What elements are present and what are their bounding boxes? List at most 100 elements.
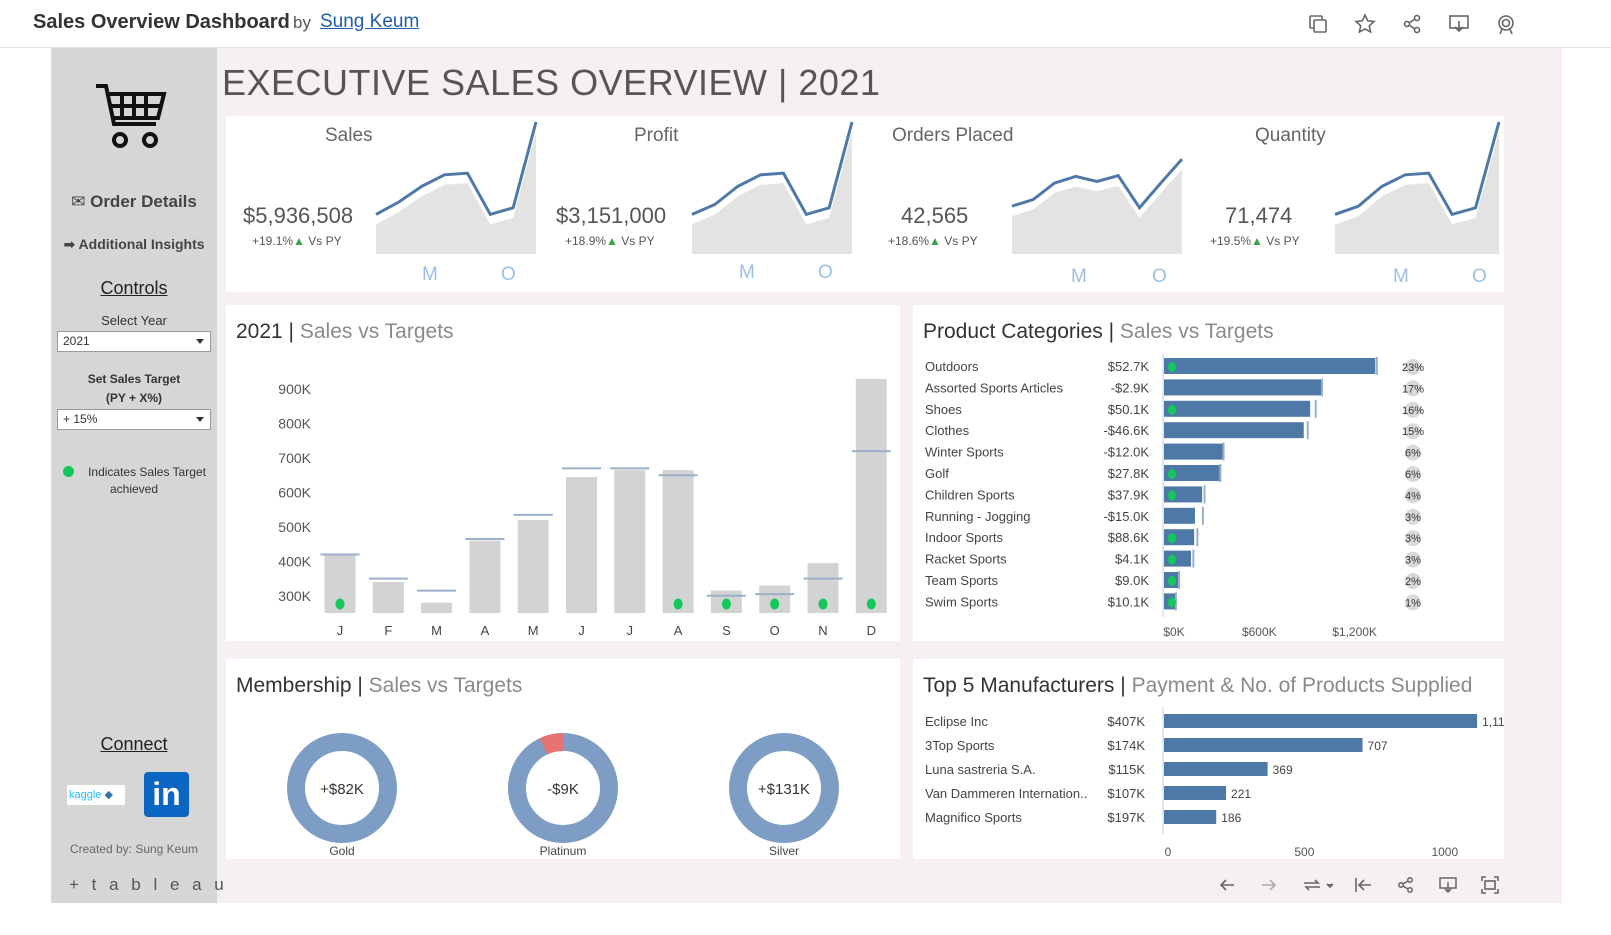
y-tick-label: 900K — [278, 381, 311, 397]
share-pct-label: 3% — [1405, 555, 1421, 567]
fullscreen-icon[interactable] — [1480, 875, 1500, 895]
month-marker-o: O — [1472, 266, 1487, 287]
connect-heading: Connect — [100, 734, 168, 754]
kpi-label: Sales — [325, 125, 373, 146]
sparkline-area — [1335, 132, 1499, 254]
y-tick-label: 700K — [278, 450, 311, 466]
copy-icon[interactable] — [1306, 12, 1330, 36]
linkedin-label: in — [152, 776, 181, 812]
month-marker-o: O — [501, 264, 516, 285]
category-bar — [1164, 507, 1195, 524]
x-tick-label: $600K — [1242, 625, 1277, 639]
select-year-dropdown[interactable]: 2021 — [57, 331, 211, 352]
share-icon[interactable] — [1400, 12, 1424, 36]
category-diff-label: $9.0K — [1115, 573, 1149, 588]
category-label: Children Sports — [925, 487, 1015, 502]
share-pct-label: 6% — [1405, 448, 1421, 460]
donut-value-label: +$82K — [320, 781, 364, 798]
y-tick-label: 500K — [278, 519, 311, 535]
sales-sparkline — [375, 121, 538, 254]
sparkline-area — [692, 132, 852, 254]
download-icon[interactable] — [1438, 875, 1458, 895]
month-marker-o: O — [818, 262, 833, 283]
kpi-orders-placed[interactable]: Orders Placed 42,565 +18.6%▲ Vs PY M O — [866, 116, 1186, 292]
reset-icon[interactable] — [1353, 875, 1373, 895]
undo-icon[interactable] — [1217, 875, 1237, 895]
category-diff-label: $27.8K — [1108, 466, 1150, 481]
share-pct-label: 17% — [1402, 383, 1424, 395]
target-achieved-dot — [721, 598, 731, 610]
share-icon[interactable] — [1396, 875, 1416, 895]
category-label: Racket Sports — [925, 552, 1007, 567]
y-tick-label: 800K — [278, 416, 311, 432]
sales-vs-targets-panel: 2021 | Sales vs Targets 300K 400K 500K 600K… — [226, 305, 900, 641]
author-link[interactable]: Sung Keum — [320, 11, 419, 33]
target-achieved-dot — [63, 466, 74, 477]
linkedin-logo[interactable]: in — [144, 772, 189, 817]
month-marker-m: M — [739, 262, 755, 283]
category-bar — [1164, 379, 1322, 396]
kpi-label: Quantity — [1255, 125, 1326, 146]
x-tick-label: 500 — [1294, 845, 1314, 859]
x-tick-label: $0K — [1163, 625, 1184, 639]
chevron-down-icon — [196, 417, 204, 422]
category-bar — [1164, 443, 1223, 460]
manufacturer-label: Van Dammeren Internation.. — [925, 786, 1087, 801]
category-diff-label: $37.9K — [1108, 487, 1150, 502]
set-target-dropdown[interactable]: + 15% — [57, 409, 211, 430]
star-icon[interactable] — [1353, 12, 1377, 36]
target-achieved-dot — [770, 598, 780, 610]
month-marker-o: O — [1152, 266, 1167, 287]
kpi-sales[interactable]: Sales $5,936,508 +19.1%▲ Vs PY M O — [226, 116, 546, 292]
manufacturer-bar — [1164, 762, 1268, 776]
manufacturers-chart[interactable]: Eclipse Inc $407K 1,115 3Top Sports $174K 707… — [913, 707, 1504, 859]
sales-vs-targets-chart[interactable]: 300K 400K 500K 600K 700K 800K 900K J F M A M J J A S O N D — [226, 360, 900, 641]
x-tick-label: 0 — [1165, 845, 1172, 859]
target-achieved-dot — [1168, 362, 1176, 372]
manufacturer-label: Eclipse Inc — [925, 714, 988, 729]
badge-icon[interactable] — [1494, 12, 1518, 36]
target-achieved-dot — [1168, 597, 1176, 608]
bottom-toolbar: + t a b l e a u — [51, 871, 1562, 901]
additional-insights-link[interactable]: ➡ Additional Insights — [51, 236, 217, 253]
y-tick-label: 600K — [278, 485, 311, 501]
order-details-link[interactable]: ✉ Order Details — [51, 192, 217, 212]
donut-name-label: Silver — [769, 844, 799, 858]
category-label: Clothes — [925, 423, 970, 438]
category-label: Swim Sports — [925, 594, 998, 609]
sparkline-area — [376, 132, 536, 254]
x-tick-label: J — [578, 623, 585, 638]
legend-text-2: achieved — [109, 482, 159, 496]
x-tick-label: $1,200K — [1332, 625, 1377, 639]
kpi-profit[interactable]: Profit $3,151,000 +18.9%▲ Vs PY M O — [546, 116, 866, 292]
x-tick-label: M — [528, 623, 539, 638]
target-achieved-dot — [1168, 576, 1176, 586]
x-tick-label: O — [770, 623, 780, 638]
x-tick-label: A — [674, 623, 683, 638]
membership-chart[interactable]: +$82K Gold -$9K Platinum +$131K Silver — [226, 711, 900, 859]
kaggle-logo[interactable]: kaggle ◆ — [67, 785, 125, 805]
donut-value-label: +$131K — [758, 781, 810, 798]
manufacturer-label: 3Top Sports — [925, 738, 995, 753]
product-categories-chart[interactable]: Outdoors $52.7K 23% Assorted Sports Article… — [913, 353, 1504, 641]
revert-icon[interactable] — [1301, 875, 1333, 895]
redo-icon[interactable] — [1259, 875, 1279, 895]
donut-name-label: Gold — [329, 844, 354, 858]
kpi-quantity[interactable]: Quantity 71,474 +19.5%▲ Vs PY M O — [1186, 116, 1504, 292]
select-year-label: Select Year — [101, 313, 167, 328]
month-bar — [372, 582, 404, 613]
category-bar — [1164, 422, 1304, 439]
shopping-cart-icon — [96, 84, 167, 148]
kpi-value: 71,474 — [1225, 203, 1293, 228]
panel-title: Product Categories | Sales vs Targets — [923, 320, 1274, 343]
controls-heading: Controls — [100, 278, 168, 298]
category-diff-label: $52.7K — [1108, 359, 1150, 374]
tableau-logo[interactable]: + t a b l e a u — [69, 875, 228, 895]
download-icon[interactable] — [1447, 12, 1471, 36]
target-achieved-dot — [866, 598, 876, 610]
manufacturer-bar — [1164, 786, 1227, 800]
category-diff-label: -$12.0K — [1103, 445, 1149, 460]
manufacturer-bar — [1164, 810, 1217, 824]
month-bar — [566, 477, 597, 613]
category-label: Shoes — [925, 402, 962, 417]
